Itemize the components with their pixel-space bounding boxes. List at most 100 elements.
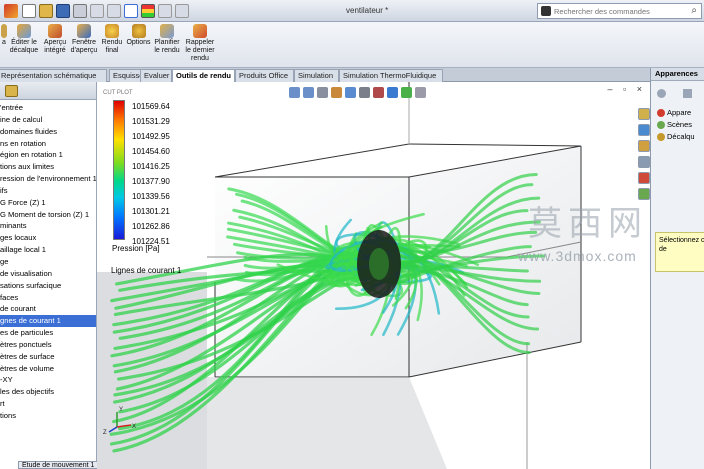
tab-evaluate[interactable]: Evaluer [140, 69, 172, 82]
tree-item[interactable]: faces [0, 292, 96, 304]
edit-appearance-icon[interactable] [387, 86, 398, 98]
tree-item[interactable]: les des objectifs [0, 386, 96, 398]
schedule-render-label: Planifier le rendu [154, 39, 180, 54]
tree-item[interactable]: de visualisation [0, 268, 96, 280]
tree-item[interactable]: ression de l'environnement 1 [0, 173, 96, 185]
pressure-legend: CUT PLOT 101569.64 101531.29 101492.95 1… [100, 90, 178, 260]
legend-color-bar [113, 100, 125, 240]
tree-item[interactable]: minants [0, 220, 96, 232]
appearance-tree-item[interactable]: Décalqu [651, 131, 704, 143]
tab-sketch[interactable]: Esquisse [109, 69, 142, 82]
tab-motion-study[interactable]: Etude de mouvement 1 [18, 461, 99, 469]
zoom-to-fit-icon[interactable] [289, 86, 300, 98]
feature-tree-panel: 'entrée ine de calcul domaines fluides ns e… [0, 82, 97, 469]
tree-item[interactable]: 'entrée [0, 102, 96, 114]
preview-window-button[interactable]: Fenêtre d'aperçu [70, 24, 98, 55]
tree-item[interactable]: tions aux limites [0, 161, 96, 173]
tab-flow-simulation[interactable]: Simulation ThermoFluidique [339, 69, 443, 82]
edit-decal-button[interactable]: Éditer le décalque [8, 24, 40, 55]
watermark-chinese: 莫西网 [528, 204, 648, 244]
schedule-render-button[interactable]: Planifier le rendu [153, 24, 181, 55]
recall-render-button[interactable]: Rappeler le dernier rendu [184, 24, 216, 63]
open-document-icon[interactable] [39, 4, 53, 18]
tree-item[interactable]: ètres de surface [0, 351, 96, 363]
tree-item[interactable]: ètres de volume [0, 363, 96, 375]
redo-icon[interactable] [107, 4, 121, 18]
tab-render-tools[interactable]: Outils de rendu [172, 69, 235, 82]
svg-text:Y: Y [119, 407, 123, 413]
zoom-to-area-icon[interactable] [303, 86, 314, 98]
file-explorer-icon[interactable] [638, 140, 650, 152]
rebuild-icon[interactable] [141, 4, 155, 18]
search-icon[interactable]: ⌕ [691, 5, 697, 16]
command-search-box[interactable]: ⌕ [537, 3, 702, 19]
tree-item[interactable]: de courant [0, 303, 96, 315]
tab-simulation[interactable]: Simulation [294, 69, 339, 82]
tree-item[interactable]: ges locaux [0, 232, 96, 244]
view-orientation-icon[interactable] [345, 86, 356, 98]
tree-item[interactable]: rt [0, 398, 96, 410]
apply-scene-icon[interactable] [401, 86, 412, 98]
tree-item[interactable]: ge [0, 256, 96, 268]
refresh-icon[interactable] [657, 89, 666, 98]
tree-item[interactable]: ine de calcul [0, 114, 96, 126]
tree-item[interactable]: ns en rotation [0, 138, 96, 150]
options-button[interactable]: Options [125, 24, 152, 47]
tree-item[interactable]: ètres ponctuels [0, 339, 96, 351]
edit-decal-icon [17, 24, 31, 38]
previous-view-icon[interactable] [317, 86, 328, 98]
streamline-plot-label: Lignes de courant 1 [111, 266, 182, 275]
ribbon-partial-button[interactable]: a [0, 24, 8, 47]
tab-office-products[interactable]: Produits Office [235, 69, 294, 82]
options-label: Options [126, 39, 151, 46]
ribbon-partial-label: a [2, 39, 6, 46]
tree-item[interactable]: tions [0, 410, 96, 422]
section-view-icon[interactable] [331, 86, 342, 98]
tree-item[interactable]: ifs [0, 185, 96, 197]
tree-item[interactable]: G Moment de torsion (Z) 1 [0, 209, 96, 221]
display-style-icon[interactable] [359, 86, 370, 98]
pane-options-icon[interactable] [683, 89, 692, 98]
hide-show-items-icon[interactable] [373, 86, 384, 98]
legend-value: 101569.64 [132, 102, 170, 111]
tree-item[interactable]: domaines fluides [0, 126, 96, 138]
graphics-area[interactable]: Y X Z – ▫ × CUT PLOT 101569.64 101531.29 [97, 82, 650, 469]
viewport-window-controls[interactable]: – ▫ × [608, 84, 646, 94]
resources-icon[interactable] [638, 108, 650, 120]
tab-schematic[interactable]: Représentation schématique [0, 69, 107, 82]
tree-item[interactable]: sations surfacique [0, 280, 96, 292]
tree-item[interactable]: -XY [0, 374, 96, 386]
select-icon[interactable] [124, 4, 138, 18]
file-properties-icon[interactable] [158, 4, 172, 18]
pane-toolbar [651, 81, 704, 107]
final-render-button[interactable]: Rendu final [100, 24, 124, 55]
solidworks-search-icon [541, 6, 551, 16]
tree-item[interactable]: es de particules [0, 327, 96, 339]
undo-icon[interactable] [90, 4, 104, 18]
cut-plane-floor [207, 377, 447, 469]
selection-hint-note: Sélectionnez c de [655, 232, 704, 272]
appearance-tree-item[interactable]: Scènes [651, 119, 704, 131]
options-gear-icon[interactable] [175, 4, 189, 18]
view-settings-icon[interactable] [415, 86, 426, 98]
view-palette-icon[interactable] [638, 156, 650, 168]
tree-item[interactable]: égion en rotation 1 [0, 149, 96, 161]
new-document-icon[interactable] [22, 4, 36, 18]
print-icon[interactable] [73, 4, 87, 18]
design-library-icon[interactable] [638, 124, 650, 136]
legend-value: 101339.56 [132, 192, 170, 201]
save-icon[interactable] [56, 4, 70, 18]
appearance-tree-item[interactable]: Appare [651, 107, 704, 119]
legend-caption: CUT PLOT [103, 90, 133, 96]
tree-item[interactable]: G Force (Z) 1 [0, 197, 96, 209]
recall-render-label: Rappeler le dernier rendu [185, 39, 215, 62]
tree-item[interactable]: aillage local 1 [0, 244, 96, 256]
flow-analysis-tree-icon[interactable] [5, 85, 18, 97]
tree-item[interactable]: gnes de courant 1 [0, 315, 96, 328]
document-title: ventilateur * [346, 6, 389, 15]
app-logo-icon[interactable] [4, 4, 18, 18]
integrated-preview-button[interactable]: Aperçu intégré [42, 24, 68, 55]
appearances-icon[interactable] [638, 172, 650, 184]
command-search-input[interactable] [554, 6, 684, 16]
appearance-item-label: Scènes [667, 120, 693, 129]
